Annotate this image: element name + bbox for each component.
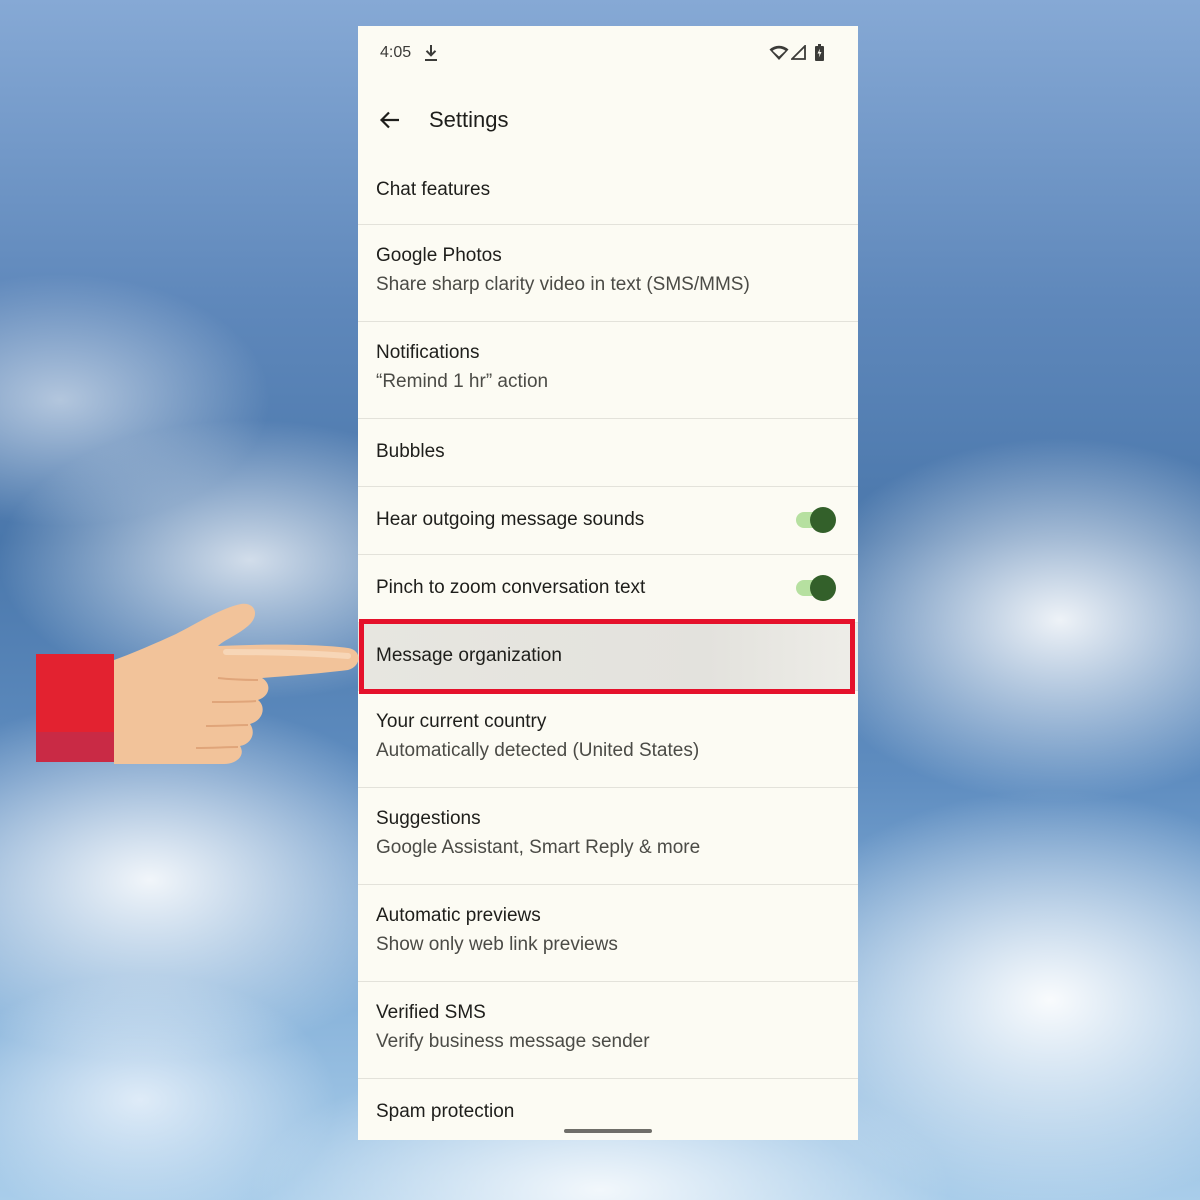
setting-title: Automatic previews <box>376 905 541 926</box>
setting-message-organization[interactable]: Message organization <box>358 623 858 691</box>
hear-sounds-toggle[interactable] <box>796 507 836 533</box>
setting-title: Google Photos <box>376 245 502 266</box>
app-bar: Settings <box>358 88 858 152</box>
home-indicator[interactable] <box>564 1129 652 1133</box>
setting-bubbles[interactable]: Bubbles <box>358 419 858 487</box>
setting-title: Pinch to zoom conversation text <box>376 577 646 598</box>
pointing-hand-icon <box>36 603 359 764</box>
setting-subtitle: Share sharp clarity video in text (SMS/M… <box>376 274 750 295</box>
status-time: 4:05 <box>380 44 412 61</box>
setting-chat-features[interactable]: Chat features <box>358 157 858 225</box>
toggle-thumb <box>810 507 836 533</box>
setting-verified-sms[interactable]: Verified SMS Verify business message sen… <box>358 982 858 1079</box>
setting-suggestions[interactable]: Suggestions Google Assistant, Smart Repl… <box>358 788 858 885</box>
setting-title: Message organization <box>376 645 562 666</box>
setting-automatic-previews[interactable]: Automatic previews Show only web link pr… <box>358 885 858 982</box>
setting-subtitle: Show only web link previews <box>376 934 618 955</box>
setting-title: Verified SMS <box>376 1002 486 1023</box>
setting-hear-outgoing-sounds[interactable]: Hear outgoing message sounds <box>358 487 858 555</box>
setting-title: Your current country <box>376 711 547 732</box>
setting-title: Notifications <box>376 342 480 363</box>
download-icon <box>425 45 437 61</box>
setting-title: Bubbles <box>376 441 445 462</box>
setting-title: Hear outgoing message sounds <box>376 509 645 530</box>
phone-screen: 4:05 Settings Chat features Google Photo <box>358 26 858 1140</box>
setting-notifications[interactable]: Notifications “Remind 1 hr” action <box>358 322 858 419</box>
status-bar: 4:05 <box>358 26 858 82</box>
setting-subtitle: Google Assistant, Smart Reply & more <box>376 837 701 858</box>
setting-title: Chat features <box>376 179 491 200</box>
setting-subtitle: Automatically detected (United States) <box>376 740 700 761</box>
setting-title: Spam protection <box>376 1101 515 1122</box>
battery-icon <box>815 44 824 61</box>
page-title: Settings <box>429 107 509 132</box>
setting-current-country[interactable]: Your current country Automatically detec… <box>358 691 858 788</box>
signal-icon <box>791 45 806 60</box>
pinch-zoom-toggle[interactable] <box>796 575 836 601</box>
settings-list: Chat features Google Photos Share sharp … <box>358 157 858 1140</box>
arrow-left-icon[interactable] <box>378 108 402 132</box>
setting-subtitle: “Remind 1 hr” action <box>376 371 549 392</box>
setting-google-photos[interactable]: Google Photos Share sharp clarity video … <box>358 225 858 322</box>
toggle-thumb <box>810 575 836 601</box>
setting-pinch-to-zoom[interactable]: Pinch to zoom conversation text <box>358 555 858 623</box>
setting-title: Suggestions <box>376 808 481 829</box>
setting-subtitle: Verify business message sender <box>376 1031 650 1052</box>
wifi-icon <box>769 45 789 60</box>
